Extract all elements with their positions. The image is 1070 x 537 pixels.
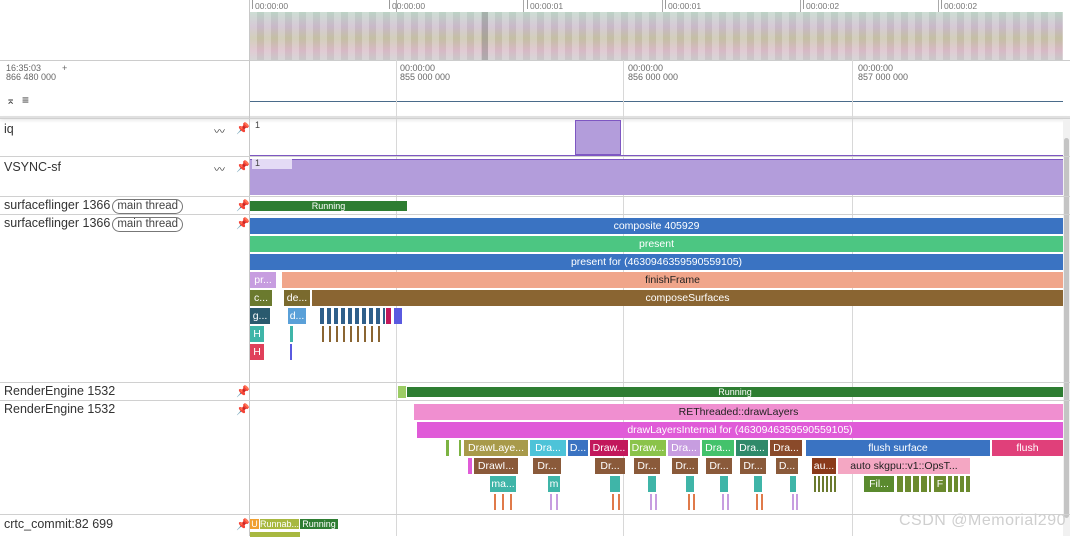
state-runnable[interactable] [398, 386, 406, 398]
track-name: VSYNC-sf [4, 160, 61, 174]
state-running[interactable]: Running [300, 519, 338, 529]
pin-icon[interactable]: 📌 [236, 122, 250, 135]
counter-bar[interactable] [250, 159, 1063, 195]
track-name: RenderEngine 1532 [4, 402, 116, 416]
state-running[interactable]: Running [407, 387, 1063, 397]
slice-draw[interactable]: D... [776, 458, 798, 474]
slice-ma[interactable]: ma... [490, 476, 516, 492]
offset-plus: + [62, 63, 68, 73]
overview-minimap[interactable] [250, 12, 1063, 60]
slice-c[interactable]: c... [250, 290, 272, 306]
track-re-slices[interactable]: RenderEngine 1532 📌 REThreaded::drawLaye… [0, 400, 1070, 515]
ruler-tick-ns: 857 000 000 [858, 72, 909, 82]
collapse-all-icon[interactable]: ⌅ [6, 94, 15, 107]
slice-au[interactable]: au... [812, 458, 836, 474]
timeline-header: 00:00:00 00:00:00 00:00:01 00:00:01 00:0… [0, 0, 1070, 118]
slice-auto-skgpu[interactable]: auto skgpu::v1::OpsT... [838, 458, 970, 474]
time-offset: 866 480 000 [6, 72, 57, 82]
ruler-tick-ns: 856 000 000 [628, 72, 679, 82]
slice-drawlayersinternal[interactable]: drawLayersInternal for (4630946359590559… [417, 422, 1063, 438]
state-running[interactable]: Running [250, 201, 407, 211]
watermark: CSDN @Memorial290 [898, 512, 1066, 529]
slice-draw[interactable]: Dr... [595, 458, 625, 474]
slice-m[interactable]: m [548, 476, 560, 492]
slice-draw[interactable]: DrawI... [474, 458, 518, 474]
slice-drawlayer[interactable]: Draw... [590, 440, 628, 456]
slice-cluster[interactable] [322, 326, 380, 342]
thread-chip: main thread [112, 217, 184, 232]
slice-drawlayer[interactable]: Dra... [530, 440, 566, 456]
pin-icon[interactable]: 📌 [236, 160, 250, 173]
slice-draw[interactable]: Dr... [706, 458, 732, 474]
pin-icon[interactable]: 📌 [236, 403, 250, 416]
track-vsync-sf[interactable]: VSYNC-sf 〰 📌 1 [0, 156, 1070, 197]
counter-value: 1 [255, 120, 261, 130]
slice-draw[interactable]: Dr... [740, 458, 766, 474]
slice-drawlayer[interactable]: Draw... [630, 440, 666, 456]
ruler-tick-ns: 855 000 000 [400, 72, 451, 82]
counter-bar[interactable] [575, 120, 621, 155]
slice-drawlayer[interactable]: Dra... [770, 440, 802, 456]
slice-composite[interactable]: composite 405929 [250, 218, 1063, 234]
track-sf-slices[interactable]: surfaceflinger 1366 main thread 📌 composi… [0, 214, 1070, 383]
slice-rethreaded-drawlayers[interactable]: REThreaded::drawLayers [414, 404, 1063, 420]
state-uninterruptible[interactable]: U [250, 519, 259, 529]
slice-cluster[interactable] [320, 308, 385, 324]
overview-tick: 00:00:02 [940, 0, 978, 11]
slice-draw[interactable]: Dr... [634, 458, 660, 474]
slice-composesurfaces[interactable]: composeSurfaces [312, 290, 1063, 306]
slice-thin[interactable] [290, 344, 292, 360]
slice-drawlayer[interactable]: DrawLaye... [464, 440, 528, 456]
slice-drawlayer[interactable]: Dra... [736, 440, 768, 456]
slice-drawlayer[interactable]: Dra... [702, 440, 734, 456]
overview-viewport-marker[interactable] [482, 12, 488, 60]
slice-f[interactable]: F [934, 476, 946, 492]
slice-pr[interactable]: pr... [250, 272, 276, 288]
track-name: surfaceflinger 1366 main thread [4, 216, 184, 232]
slice-d[interactable]: d... [288, 308, 306, 324]
state-runnable[interactable]: Runnab... [260, 519, 299, 529]
pin-icon[interactable]: 📌 [236, 518, 250, 531]
slice-finishframe[interactable]: finishFrame [282, 272, 1063, 288]
track-name: iq [4, 122, 14, 136]
slice-h[interactable]: H [250, 344, 264, 360]
slice-de[interactable]: de... [284, 290, 310, 306]
slice-present-for[interactable]: present for (4630946359590559105) [250, 254, 1063, 270]
graph-icon[interactable]: 〰 [214, 161, 225, 177]
slice-g[interactable]: g... [250, 308, 270, 324]
pin-icon[interactable]: 📌 [236, 199, 250, 212]
track-sf-state[interactable]: surfaceflinger 1366 main thread 📌 Running [0, 196, 1070, 215]
track-name: RenderEngine 1532 [4, 384, 116, 398]
track-name: surfaceflinger 1366 main thread [4, 198, 184, 214]
track-name: crtc_commit:82 699 [4, 517, 114, 531]
slice-thin[interactable] [386, 308, 391, 324]
slice-present[interactable]: present [250, 236, 1063, 252]
counter-value: 1 [255, 158, 261, 168]
slice-drawlayer[interactable]: Dra... [668, 440, 700, 456]
menu-icon[interactable]: ≡ [22, 93, 29, 107]
track-re-state[interactable]: RenderEngine 1532 📌 Running [0, 382, 1070, 401]
slice-thin[interactable] [290, 326, 293, 342]
slice-thin[interactable] [394, 308, 402, 324]
thread-chip: main thread [112, 199, 184, 214]
overview-tick: 00:00:01 [526, 0, 564, 11]
slice-fil[interactable]: Fil... [864, 476, 894, 492]
slice-draw[interactable]: Dr... [533, 458, 561, 474]
graph-icon[interactable]: 〰 [214, 123, 225, 139]
pin-icon[interactable]: 📌 [236, 385, 250, 398]
slice-h[interactable]: H [250, 326, 264, 342]
overview-tick: 00:00:01 [664, 0, 702, 11]
overview-tick: 00:00:02 [802, 0, 840, 11]
slice-drawlayer[interactable]: D... [568, 440, 588, 456]
track-iq[interactable]: iq 〰 📌 1 [0, 118, 1070, 157]
overview-tick: 00:00:00 [251, 0, 289, 11]
slice-flush[interactable]: flush [992, 440, 1063, 456]
pin-icon[interactable]: 📌 [236, 217, 250, 230]
slice-draw[interactable]: Dr... [672, 458, 698, 474]
slice-flush-surface[interactable]: flush surface [806, 440, 990, 456]
